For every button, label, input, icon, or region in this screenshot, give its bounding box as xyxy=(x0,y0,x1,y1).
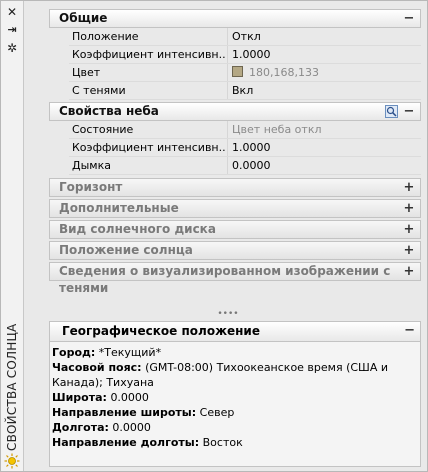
field-value: *Текущий* xyxy=(98,346,162,359)
auto-hide-icon[interactable]: ⇥ xyxy=(5,23,19,37)
expand-toggle[interactable]: + xyxy=(403,200,415,217)
property-row-sky-status[interactable]: Состояние Цвет неба откл xyxy=(49,121,421,139)
column-divider xyxy=(227,121,228,139)
property-row-intensity[interactable]: Коэффициент интенсивн... 1.0000 xyxy=(49,46,421,64)
column-divider xyxy=(227,82,228,100)
section-rendered-shadow-header[interactable]: Сведения о визуализированном изображении… xyxy=(49,262,421,295)
geo-latitude: Широта: 0.0000 xyxy=(52,390,418,405)
palette-title: СВОЙСТВА СОЛНЦА xyxy=(5,323,19,451)
property-value[interactable]: Вкл xyxy=(232,82,421,100)
palette-title-strip: ✕ ⇥ ✲ СВОЙСТВА СОЛНЦА xyxy=(1,1,24,471)
field-label: Направление широты: xyxy=(52,406,197,419)
sun-icon xyxy=(4,453,20,469)
field-label: Город: xyxy=(52,346,96,359)
color-swatch xyxy=(232,66,243,77)
zoom-window-icon[interactable] xyxy=(385,105,398,118)
section-sun-disk-header[interactable]: Вид солнечного диска + xyxy=(49,220,421,239)
color-value-text: 180,168,133 xyxy=(249,66,319,79)
property-value[interactable]: 180,168,133 xyxy=(232,64,421,82)
property-value[interactable]: Цвет неба откл xyxy=(232,121,421,139)
property-label: Дымка xyxy=(72,159,111,172)
section-title: Свойства неба xyxy=(59,104,159,118)
property-row-status[interactable]: Положение Откл xyxy=(49,28,421,46)
property-row-haze[interactable]: Дымка 0.0000 xyxy=(49,157,421,175)
collapse-toggle[interactable]: − xyxy=(403,10,415,27)
field-label: Долгота: xyxy=(52,421,109,434)
section-title: Положение солнца xyxy=(59,243,193,257)
geo-title: Географическое положение xyxy=(62,324,260,338)
section-general-header[interactable]: Общие − xyxy=(49,9,421,28)
property-value[interactable]: 0.0000 xyxy=(232,157,421,175)
property-value[interactable]: 1.0000 xyxy=(232,46,421,64)
sun-properties-palette: ✕ ⇥ ✲ СВОЙСТВА СОЛНЦА Общие − Положение … xyxy=(0,0,428,472)
field-label: Часовой пояс: xyxy=(52,361,142,374)
panel-splitter[interactable]: •••• xyxy=(35,310,421,319)
section-advanced-header[interactable]: Дополнительные + xyxy=(49,199,421,218)
section-title: Вид солнечного диска xyxy=(59,222,216,236)
property-row-shadows[interactable]: С тенями Вкл xyxy=(49,82,421,100)
field-value: Север xyxy=(199,406,235,419)
field-value: 0.0000 xyxy=(110,391,149,404)
geographic-location-panel: Географическое положение − Город: *Текущ… xyxy=(49,321,421,467)
property-label: Коэффициент интенсивн... xyxy=(72,48,226,61)
properties-grid: Общие − Положение Откл Коэффициент интен… xyxy=(49,9,421,295)
collapse-toggle[interactable]: − xyxy=(403,103,415,120)
geo-header[interactable]: Географическое положение − xyxy=(50,322,420,342)
property-label: С тенями xyxy=(72,84,126,97)
geo-latitude-direction: Направление широты: Север xyxy=(52,405,418,420)
expand-toggle[interactable]: + xyxy=(403,263,415,280)
geo-details: Город: *Текущий* Часовой пояс: (GMT-08:0… xyxy=(50,342,420,450)
property-label: Положение xyxy=(72,30,139,43)
section-sky-header[interactable]: Свойства неба − xyxy=(49,102,421,121)
geo-timezone: Часовой пояс: (GMT-08:00) Тихоокеанское … xyxy=(52,360,418,390)
field-label: Направление долготы: xyxy=(52,436,200,449)
section-horizon-header[interactable]: Горизонт + xyxy=(49,178,421,197)
property-row-sky-intensity[interactable]: Коэффициент интенсивн... 1.0000 xyxy=(49,139,421,157)
settings-icon[interactable]: ✲ xyxy=(5,41,19,55)
column-divider xyxy=(227,64,228,82)
section-title: Горизонт xyxy=(59,180,123,194)
property-label: Состояние xyxy=(72,123,134,136)
geo-longitude-direction: Направление долготы: Восток xyxy=(52,435,418,450)
collapse-toggle[interactable]: − xyxy=(404,322,415,340)
expand-toggle[interactable]: + xyxy=(403,221,415,238)
expand-toggle[interactable]: + xyxy=(403,242,415,259)
section-title: Дополнительные xyxy=(59,201,179,215)
field-label: Широта: xyxy=(52,391,107,404)
section-sun-angle-header[interactable]: Положение солнца + xyxy=(49,241,421,260)
property-label: Коэффициент интенсивн... xyxy=(72,141,226,154)
property-value[interactable]: Откл xyxy=(232,28,421,46)
field-value: 0.0000 xyxy=(112,421,151,434)
property-value[interactable]: 1.0000 xyxy=(232,139,421,157)
field-value: Восток xyxy=(202,436,243,449)
property-label: Цвет xyxy=(72,66,101,79)
column-divider xyxy=(227,28,228,46)
section-title: Сведения о визуализированном изображении… xyxy=(59,264,391,295)
column-divider xyxy=(227,157,228,175)
column-divider xyxy=(227,46,228,64)
close-icon[interactable]: ✕ xyxy=(5,5,19,19)
geo-longitude: Долгота: 0.0000 xyxy=(52,420,418,435)
property-row-color[interactable]: Цвет 180,168,133 xyxy=(49,64,421,82)
section-title: Общие xyxy=(59,11,108,25)
column-divider xyxy=(227,139,228,157)
geo-city: Город: *Текущий* xyxy=(52,345,418,360)
expand-toggle[interactable]: + xyxy=(403,179,415,196)
